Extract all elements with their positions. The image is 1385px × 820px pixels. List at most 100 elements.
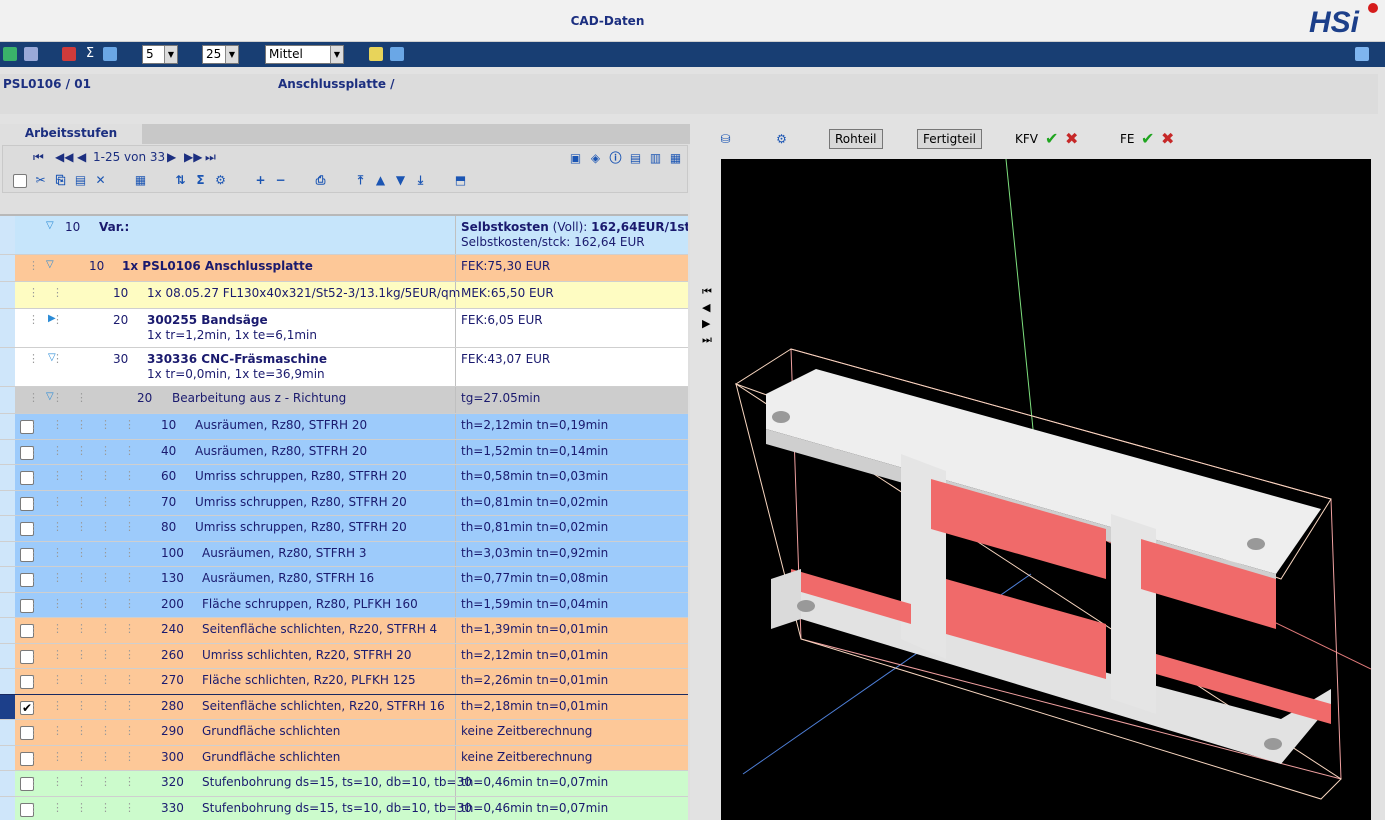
row-label: 330336 CNC-Fräsmaschine [147,352,327,366]
grid-icon[interactable]: ▦ [668,151,683,165]
operation-row[interactable]: ⋮ ⋮ ⋮ ⋮ ⋮ 70 Umriss schruppen, Rz80, STFRH 20 t… [0,490,688,516]
calendar-icon[interactable]: ▦ [133,173,148,187]
sort-icon[interactable]: ⇅ [173,173,188,187]
operation-row[interactable]: ✔ ⋮ ⋮ ⋮ ⋮ ⋮ 280 Seitenfläche schlichten, Rz20, … [0,693,688,721]
operation-row[interactable]: ⋮ ⋮ ⋮ ⋮ ⋮ 100 Ausräumen, Rz80, STFRH 3 th=3,03m… [0,541,688,567]
kfv-check-icon[interactable]: ✔ [1045,129,1058,148]
left-icon[interactable]: ◀ [702,300,714,316]
fe-check-icon[interactable]: ✔ [1141,129,1154,148]
expand-icon[interactable]: ▶ [48,313,56,324]
operation-row[interactable]: ⋮ ⋮ ⋮ ⋮ ⋮ 290 Grundfläche schlichten keine Zeit… [0,720,688,746]
info-icon[interactable]: ⓘ [608,151,623,165]
select-all-checkbox[interactable] [13,174,27,188]
rohteil-button[interactable]: Rohteil [829,129,883,149]
group-row[interactable]: ⋮ ⋮ ⋮ ▽ 20 Bearbeitung aus z - Richtung tg=27.… [0,387,688,414]
mat-row[interactable]: ⋮ ⋮ 10 1x 08.05.27 FL130x40x321/St52-3/13.1… [0,282,688,309]
collapse-icon[interactable]: ▽ [46,391,54,402]
book-icon[interactable] [1355,47,1369,61]
row-text-cell: ⋮ ⋮ ⋮ ⋮ ⋮ 240 Seitenfläche schlichten, Rz20, S… [28,618,455,643]
fertigteil-button[interactable]: Fertigteil [917,129,982,149]
operation-row[interactable]: ⋮ ⋮ ⋮ ⋮ ⋮ 300 Grundfläche schlichten keine Zeit… [0,745,688,771]
folder-icon[interactable]: ▤ [628,151,643,165]
save-close-icon[interactable] [24,47,38,61]
calc-icon[interactable]: ⚙ [213,173,228,187]
move-down-icon[interactable]: ▼ [393,173,408,187]
delete-icon[interactable]: ✕ [93,173,108,187]
collapse-icon[interactable]: ▽ [48,352,56,363]
calc-icon[interactable]: ⚙ [774,132,789,146]
sum-icon[interactable]: Σ [83,47,97,61]
row-label: Fläche schlichten, Rz20, PLFKH 125 [202,673,416,687]
prev-block-icon[interactable]: ◀◀ [55,150,73,164]
layers-icon[interactable]: ◈ [588,151,603,165]
image-icon[interactable]: ▣ [568,151,583,165]
operation-row[interactable]: ⋮ ⋮ ⋮ ⋮ ⋮ 60 Umriss schruppen, Rz80, STFRH 20 t… [0,465,688,491]
next-page-icon[interactable]: ▶ [167,150,176,164]
operation-row[interactable]: ⋮ ⋮ ⋮ ⋮ ⋮ 270 Fläche schlichten, Rz20, PLFKH 1… [0,669,688,695]
operation-row[interactable]: ⋮ ⋮ ⋮ ⋮ ⋮ 200 Fläche schruppen, Rz80, PLFKH 16… [0,592,688,618]
tree-line: ⋮ [28,286,39,299]
next-block-icon[interactable]: ▶▶ [184,150,202,164]
row-sublabel: 1x tr=1,2min, 1x te=6,1min [147,328,317,342]
operation-row[interactable]: ⋮ ⋮ ⋮ ⋮ ⋮ 130 Ausräumen, Rz80, STFRH 16 th=0,77… [0,567,688,593]
print-icon[interactable]: ⎙ [313,173,328,187]
machine-row[interactable]: ⋮ ⋮ ▶ 20 300255 Bandsäge 1x tr=1,2min, 1x te=… [0,309,688,348]
add-row-icon[interactable]: + [253,173,268,187]
row-gutter [0,771,15,796]
copy-icon[interactable] [369,47,383,61]
collapse-icon[interactable]: ▽ [46,259,54,270]
cad-viewport[interactable] [721,159,1371,820]
operation-row[interactable]: ⋮ ⋮ ⋮ ⋮ ⋮ 320 Stufenbohrung ds=15, ts=10, db=1… [0,771,688,797]
view-icon[interactable]: ▥ [648,151,663,165]
row-value: th=0,81min tn=0,02min [461,520,609,534]
operation-row[interactable]: ⋮ ⋮ ⋮ ⋮ ⋮ 240 Seitenfläche schlichten, Rz20, S… [0,618,688,644]
move-up-icon[interactable]: ▲ [373,173,388,187]
row-number: 320 [161,775,184,789]
tree-line: ⋮ [100,494,111,508]
tree-line: ⋮ [100,673,111,686]
fe-cross-icon[interactable]: ✖ [1161,129,1174,148]
right-icon[interactable]: ▶ [702,316,714,332]
sum-icon[interactable]: Σ [193,173,208,187]
first-icon[interactable]: ⏮ [702,284,714,300]
move-top-icon[interactable]: ⤒ [353,173,368,187]
tree-line: ⋮ [76,800,87,814]
copy-icon[interactable]: ⎘ [53,173,68,187]
last-page-icon[interactable]: ⏭ [205,150,216,165]
operation-row[interactable]: ⋮ ⋮ ⋮ ⋮ ⋮ 10 Ausräumen, Rz80, STFRH 20 th=2,12m… [0,414,688,440]
operation-row[interactable]: ⋮ ⋮ ⋮ ⋮ ⋮ 80 Umriss schruppen, Rz80, STFRH 20 t… [0,516,688,542]
kfv-cross-icon[interactable]: ✖ [1065,129,1078,148]
row-number: 270 [161,673,184,687]
first-page-icon[interactable]: ⏮ [33,150,44,165]
tab-arbeitsstufen[interactable]: Arbeitsstufen [0,124,142,144]
row-text-cell: ⋮ ⋮ ⋮ ⋮ ⋮ 70 Umriss schruppen, Rz80, STFRH 20 [28,491,455,516]
export-icon[interactable] [390,47,404,61]
pagesize-select[interactable]: 25 ▼ [202,45,239,64]
cut-icon[interactable]: ✂ [33,173,48,187]
pdf-icon[interactable] [62,47,76,61]
export-icon[interactable]: ⬒ [453,173,468,187]
move-bottom-icon[interactable]: ⤓ [413,173,428,187]
database-icon[interactable]: ⛁ [718,132,733,146]
operation-row[interactable]: ⋮ ⋮ ⋮ ⋮ ⋮ 260 Umriss schlichten, Rz20, STFRH 2… [0,643,688,669]
detail-select[interactable]: Mittel ▼ [265,45,344,64]
paste-icon[interactable]: ▤ [73,173,88,187]
part-row[interactable]: ⋮ ▽ 10 1x PSL0106 Anschlussplatte FEK:75,30 … [0,255,688,282]
prev-page-icon[interactable]: ◀ [77,150,86,164]
operation-row[interactable]: ⋮ ⋮ ⋮ ⋮ ⋮ 40 Ausräumen, Rz80, STFRH 20 th=1,52m… [0,439,688,465]
tree-line: ⋮ [100,443,111,457]
operation-row[interactable]: ⋮ ⋮ ⋮ ⋮ ⋮ 330 Stufenbohrung ds=15, ts=10, db=1… [0,796,688,820]
calc-icon[interactable] [103,47,117,61]
variant-row[interactable]: ▽ 10 Var.: Selbstkosten (Voll): 162,64EUR/1… [0,216,688,255]
detail-select-value: Mittel [269,47,303,61]
save-icon[interactable] [3,47,17,61]
row-label: Ausräumen, Rz80, STFRH 3 [202,545,367,560]
machine-row[interactable]: ⋮ ⋮ ▽ 30 330336 CNC-Fräsmaschine 1x tr=0,0min… [0,348,688,387]
row-number: 280 [161,698,184,713]
row-text-cell: ⋮ ⋮ 10 1x 08.05.27 FL130x40x321/St52-3/13.1… [28,282,460,308]
remove-row-icon[interactable]: − [273,173,288,187]
collapse-icon[interactable]: ▽ [46,220,54,231]
level-select[interactable]: 5 ▼ [142,45,178,64]
last-icon[interactable]: ⏭ [702,332,714,348]
operations-grid: ▽ 10 Var.: Selbstkosten (Voll): 162,64EUR/1… [0,214,688,820]
